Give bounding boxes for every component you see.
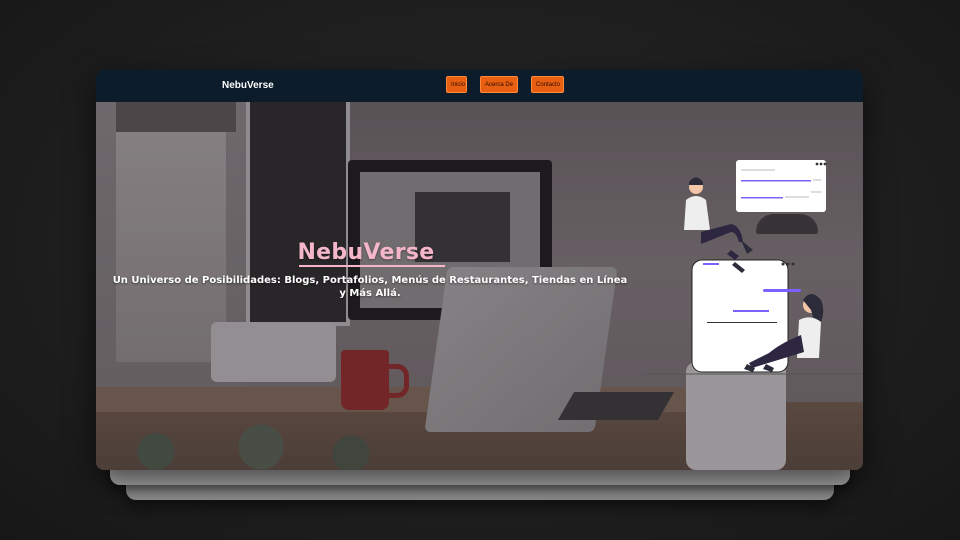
nav-link-acerca-de[interactable]: Acerca De [480, 76, 518, 93]
navbar: NebuVerse Inicio Acerca De Contacto [96, 70, 863, 102]
nav-link-contacto[interactable]: Contacto [531, 76, 564, 93]
hero-subtitle: Un Universo de Posibilidades: Blogs, Por… [112, 275, 628, 299]
hero-title: NebuVerse [297, 240, 435, 265]
website-preview-window: NebuVerse Inicio Acerca De Contacto Nebu… [96, 70, 863, 470]
hero-title-underline [299, 265, 445, 267]
nav-link-inicio[interactable]: Inicio [446, 76, 467, 93]
hero-section: NebuVerse Un Universo de Posibilidades: … [96, 102, 863, 470]
people-illustration [646, 160, 863, 375]
brand-logo[interactable]: NebuVerse [222, 80, 274, 91]
